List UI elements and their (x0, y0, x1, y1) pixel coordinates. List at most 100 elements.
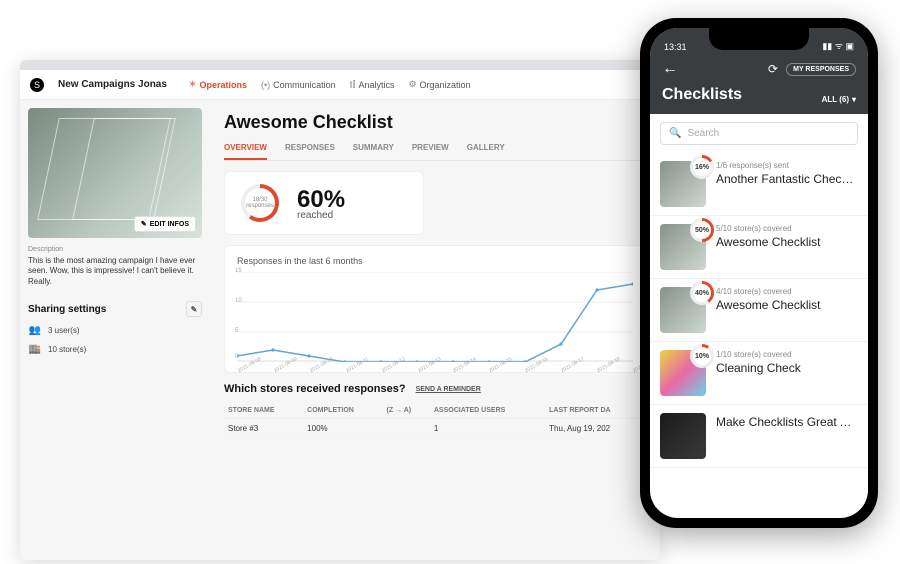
filter-all[interactable]: ALL (6)▾ (822, 95, 856, 104)
list-item-text: 4/10 store(s) coveredAwesome Checklist (716, 287, 858, 312)
tabs: OVERVIEW RESPONSES SUMMARY PREVIEW GALLE… (224, 143, 646, 161)
send-reminder-link[interactable]: SEND A REMINDER (416, 386, 481, 393)
xtick: 2021-08-17 (560, 369, 564, 375)
stores-table: STORE NAME COMPLETION (Z → A) ASSOCIATED… (224, 403, 646, 439)
tab-preview[interactable]: PREVIEW (412, 143, 449, 160)
table-row[interactable]: Store #3100% 1Thu, Aug 19, 202 (224, 419, 646, 439)
list-item-title: Make Checklists Great A… (716, 415, 858, 429)
main-column: Awesome Checklist OVERVIEW RESPONSES SUM… (210, 100, 660, 560)
sharing-stores-row: 🏬 10 store(s) (28, 344, 202, 355)
chevron-down-icon: ▾ (852, 95, 856, 104)
top-nav: ✶Operations (•)Communication ⫾⫿Analytics… (189, 79, 471, 90)
ytick: 5 (235, 328, 238, 334)
users-icon: 👥 (28, 325, 42, 336)
list-item[interactable]: Make Checklists Great A… (650, 405, 868, 468)
page-title: Awesome Checklist (224, 112, 646, 133)
nav-communication[interactable]: (•)Communication (261, 79, 336, 90)
list-item[interactable]: 40% 4/10 store(s) coveredAwesome Checklis… (650, 279, 868, 342)
ytick: 0 (235, 354, 238, 360)
list-item-text: Make Checklists Great A… (716, 413, 858, 429)
xtick: 2021-08-14 (452, 369, 456, 375)
sharing-settings: Sharing settings ✎ 👥 3 user(s) 🏬 10 stor… (28, 301, 202, 355)
sharing-users-row: 👥 3 user(s) (28, 325, 202, 336)
xtick: 2021-08-13 (417, 369, 421, 375)
list-item-title: Cleaning Check (716, 361, 858, 375)
xtick: 2021-08-16 (524, 369, 528, 375)
progress-ring-small: 16% (690, 155, 714, 179)
refresh-icon[interactable]: ⟳ (768, 62, 778, 76)
thumb-wrap: 50% (660, 224, 706, 270)
kpi-card: 18/30 responses 60% reached (224, 171, 424, 235)
organization-icon: ⚙ (408, 79, 416, 90)
col-store[interactable]: STORE NAME (224, 403, 303, 419)
col-completion[interactable]: COMPLETION (303, 403, 382, 419)
xtick: 2021-08-12 (381, 369, 385, 375)
status-time: 13:31 (664, 42, 687, 52)
tab-overview[interactable]: OVERVIEW (224, 143, 267, 160)
app-name: New Campaigns Jonas (58, 79, 167, 90)
desktop-window: S New Campaigns Jonas ✶Operations (•)Com… (20, 60, 660, 560)
cell-completion: 100% (303, 419, 382, 439)
list-item-title: Another Fantastic Chec… (716, 172, 858, 186)
browser-tabbar (20, 60, 660, 70)
tab-summary[interactable]: SUMMARY (353, 143, 394, 160)
back-button[interactable]: ← (662, 60, 678, 78)
tab-gallery[interactable]: GALLERY (467, 143, 505, 160)
search-input[interactable]: 🔍 Search (660, 122, 858, 145)
analytics-icon: ⫾⫿ (350, 79, 356, 90)
col-za[interactable]: (Z → A) (383, 403, 430, 419)
pencil-icon: ✎ (141, 220, 147, 228)
col-users[interactable]: ASSOCIATED USERS (430, 403, 545, 419)
list-item-text: 5/10 store(s) covered Awesome Checklist (716, 224, 858, 249)
nav-analytics[interactable]: ⫾⫿Analytics (350, 79, 395, 90)
nav-operations[interactable]: ✶Operations (189, 79, 247, 90)
ytick: 10 (235, 298, 242, 304)
sharing-edit-button[interactable]: ✎ (186, 301, 202, 317)
sharing-title: Sharing settings (28, 304, 106, 315)
list-item[interactable]: 16%1/6 response(s) sentAnother Fantastic… (650, 153, 868, 216)
description-text: This is the most amazing campaign I have… (28, 256, 202, 287)
search-placeholder: Search (687, 128, 719, 139)
edit-infos-button[interactable]: ✎ EDIT INFOS (134, 216, 196, 232)
content: ✎ EDIT INFOS Description This is the mos… (20, 100, 660, 560)
chart-title: Responses in the last 6 months (237, 256, 633, 266)
xtick: 2021-08-08 (237, 369, 241, 375)
my-responses-button[interactable]: MY RESPONSES (786, 63, 856, 76)
description-label: Description (28, 246, 202, 253)
cell-za (383, 419, 430, 439)
mobile-header: ← ⟳ MY RESPONSES Checklists ALL (6)▾ (650, 54, 868, 114)
cell-users: 1 (430, 419, 545, 439)
thumb-wrap (660, 413, 706, 459)
list-item-sub: 1/6 response(s) sent (716, 161, 858, 170)
xtick: 2021-08-09 (273, 369, 277, 375)
ring-label: responses (246, 203, 274, 209)
checklist-list[interactable]: 16%1/6 response(s) sentAnother Fantastic… (650, 153, 868, 518)
list-item-title: Awesome Checklist (716, 235, 858, 249)
phone-notch (709, 28, 809, 50)
col-last[interactable]: LAST REPORT DA (545, 403, 646, 419)
list-item-sub: 5/10 store(s) covered (716, 224, 858, 233)
status-icons: ▮▮ ᯤ ▣ (822, 39, 854, 52)
operations-icon: ✶ (189, 79, 197, 90)
cell-store: Store #3 (224, 419, 303, 439)
phone-screen: 13:31 ▮▮ ᯤ ▣ ← ⟳ MY RESPONSES Checklists… (650, 28, 868, 518)
thumb-wrap: 16% (660, 161, 706, 207)
thumb-wrap: 40% (660, 287, 706, 333)
xtick: 2021-08-11 (345, 369, 349, 375)
left-column: ✎ EDIT INFOS Description This is the mos… (20, 100, 210, 560)
tab-responses[interactable]: RESPONSES (285, 143, 335, 160)
search-icon: 🔍 (669, 128, 681, 139)
checklist-thumb (660, 413, 706, 459)
list-item-sub: 4/10 store(s) covered (716, 287, 858, 296)
xtick: 2021-08-18 (596, 369, 600, 375)
cell-last: Thu, Aug 19, 202 (545, 419, 646, 439)
progress-ring-small: 50% (690, 218, 714, 242)
campaign-hero-image: ✎ EDIT INFOS (28, 108, 202, 238)
list-item[interactable]: 10%1/10 store(s) coveredCleaning Check (650, 342, 868, 405)
progress-ring-small: 10% (690, 344, 714, 368)
xtick: 2021-08-15 (488, 369, 492, 375)
responses-chart: 15 10 5 0 2021-08-082021-08-092021-08-10… (237, 272, 633, 362)
list-item[interactable]: 50%5/10 store(s) coveredAwesome Checklis… (650, 216, 868, 279)
app-header: S New Campaigns Jonas ✶Operations (•)Com… (20, 70, 660, 100)
nav-organization[interactable]: ⚙Organization (408, 79, 470, 90)
